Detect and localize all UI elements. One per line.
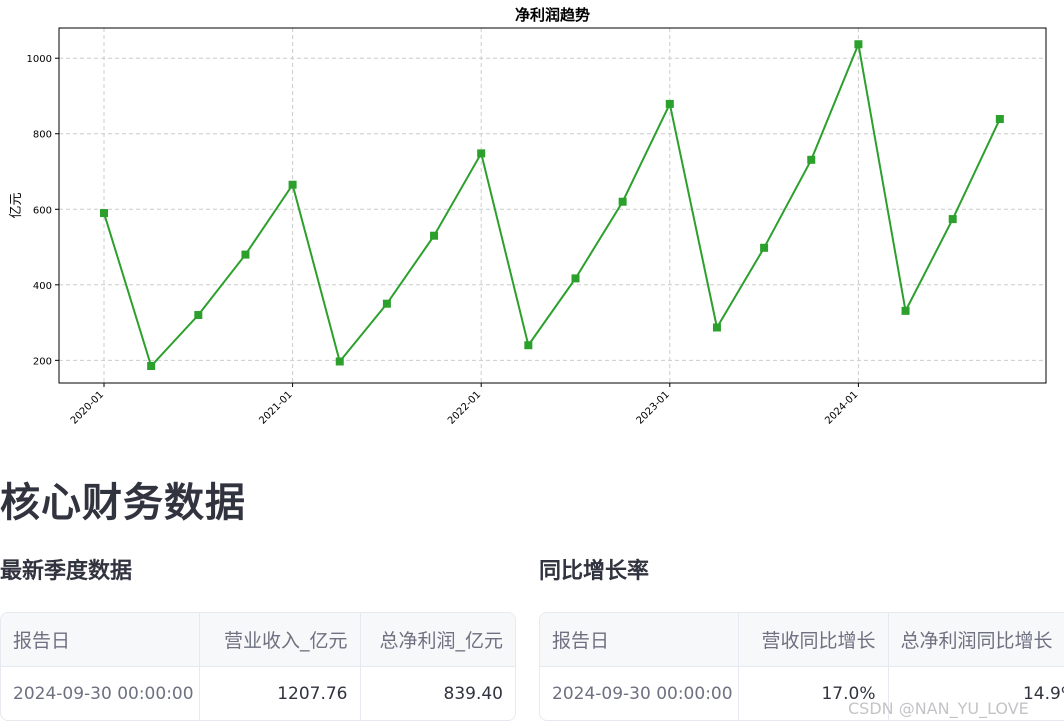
- section-title: 核心财务数据: [0, 480, 246, 526]
- latest-quarter-table[interactable]: 报告日 营业收入_亿元 总净利润_亿元 2024-09-30 00:00:00 …: [0, 612, 516, 721]
- cell-net-profit-yoy-value: 14.9%: [1022, 683, 1064, 704]
- cell-report-date[interactable]: 2024-09-30 00:00:00: [1, 666, 200, 720]
- data-point-marker: [382, 299, 391, 308]
- data-point-marker: [807, 155, 816, 164]
- plot-frame: [58, 27, 1047, 384]
- x-tick-label: 2020-01: [69, 389, 106, 426]
- column-header-revenue-yoy[interactable]: 营收同比增长: [738, 613, 889, 667]
- column-header-revenue[interactable]: 营业收入_亿元: [199, 613, 361, 667]
- data-point-marker: [854, 40, 863, 49]
- data-point-marker: [288, 180, 297, 189]
- column-header-report-date[interactable]: 报告日: [1, 613, 200, 667]
- chart-title: 净利润趋势: [515, 6, 590, 24]
- y-tick-label: 1000: [27, 54, 52, 65]
- data-point-marker: [430, 231, 439, 240]
- x-tick-label: 2023-01: [635, 389, 672, 426]
- data-point-marker: [524, 341, 533, 350]
- x-tick-label: 2022-01: [446, 389, 483, 426]
- data-point-marker: [335, 357, 344, 366]
- data-point-marker: [995, 115, 1004, 124]
- data-point-marker: [948, 215, 957, 224]
- y-tick-label: 400: [33, 281, 52, 292]
- y-tick-label: 200: [33, 356, 52, 367]
- table-header-row: 报告日 营收同比增长 总净利润同比增长: [540, 613, 1064, 667]
- cell-net-profit[interactable]: 839.40: [360, 667, 515, 721]
- series-line-net-profit: [103, 40, 1001, 368]
- cell-report-date[interactable]: 2024-09-30 00:00:00: [540, 666, 739, 720]
- x-tick-label: 2024-01: [823, 389, 860, 426]
- data-point-marker: [901, 306, 910, 315]
- latest-quarter-title: 最新季度数据: [0, 559, 133, 584]
- x-tick-label: 2021-01: [257, 389, 294, 426]
- data-point-marker: [618, 197, 627, 206]
- cell-revenue[interactable]: 1207.76: [199, 666, 361, 720]
- data-point-marker: [712, 323, 721, 332]
- data-point-marker: [760, 243, 769, 252]
- column-header-net-profit-yoy[interactable]: 总净利润同比增长: [888, 613, 1064, 667]
- watermark: CSDN @NAN_YU_LOVE: [848, 699, 1029, 718]
- y-tick-label: 800: [33, 130, 52, 141]
- yoy-growth-title: 同比增长率: [539, 559, 650, 584]
- table-row: 2024-09-30 00:00:00 1207.76 839.40: [1, 666, 515, 721]
- chart-canvas: 200 400 600 800 1000 2020-01 2021-01 2022-01 202…: [9, 6, 1047, 427]
- data-point-marker: [194, 311, 203, 320]
- data-point-marker: [241, 250, 250, 259]
- net-profit-chart: 200 400 600 800 1000 2020-01 2021-01 2022-01 202…: [0, 0, 1064, 440]
- data-point-marker: [477, 149, 486, 158]
- y-axis-label: 亿元: [9, 192, 24, 218]
- y-tick-label: 600: [33, 205, 52, 216]
- data-point-marker: [571, 274, 580, 283]
- column-header-net-profit[interactable]: 总净利润_亿元: [360, 613, 515, 667]
- table-header-row: 报告日 营业收入_亿元 总净利润_亿元: [1, 613, 515, 667]
- data-point-marker: [665, 99, 674, 108]
- data-point-marker: [100, 209, 108, 218]
- data-point-marker: [147, 362, 156, 371]
- column-header-report-date[interactable]: 报告日: [540, 613, 739, 667]
